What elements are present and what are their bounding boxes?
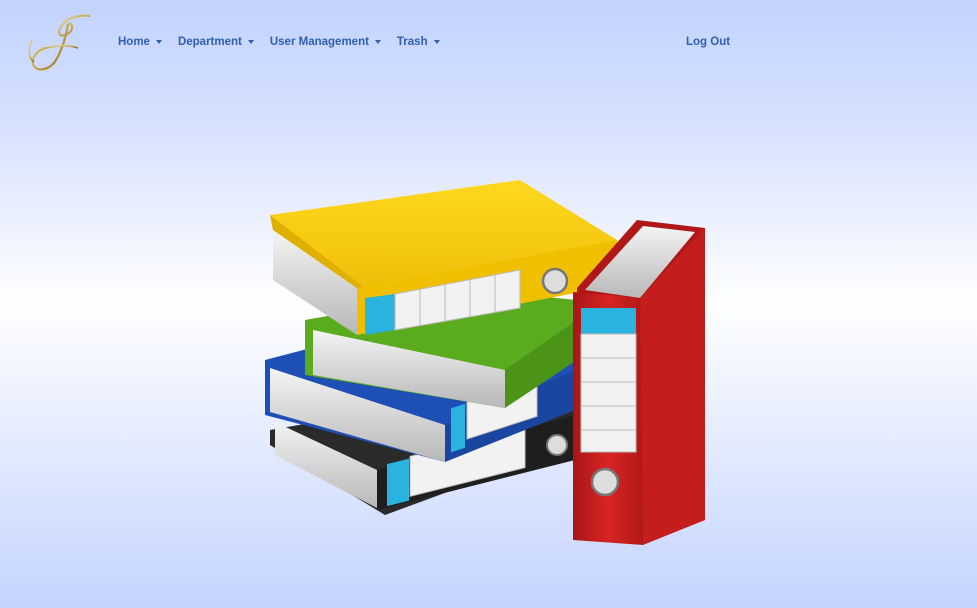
caret-down-icon	[433, 40, 440, 44]
brand-logo[interactable]	[24, 10, 96, 76]
caret-down-icon	[155, 40, 162, 44]
main-nav: Home Department User Management Trash	[110, 34, 448, 50]
nav-home-label: Home	[118, 36, 150, 48]
nav-user-management-label: User Management	[269, 36, 369, 48]
caret-down-icon	[247, 40, 254, 44]
script-j-monogram-icon	[28, 14, 91, 71]
logout-link[interactable]: Log Out	[686, 36, 730, 48]
navbar: Home Department User Management Trash Lo…	[0, 0, 977, 86]
nav-department-label: Department	[177, 36, 242, 48]
nav-department-dropdown[interactable]: Department	[170, 34, 262, 50]
nav-trash-dropdown[interactable]: Trash	[389, 34, 448, 50]
nav-user-management-dropdown[interactable]: User Management	[262, 34, 389, 50]
binders-stack-icon	[265, 180, 705, 545]
nav-home-dropdown[interactable]: Home	[110, 34, 170, 50]
binders-illustration	[255, 170, 725, 555]
nav-trash-label: Trash	[396, 36, 428, 48]
caret-down-icon	[374, 40, 381, 44]
